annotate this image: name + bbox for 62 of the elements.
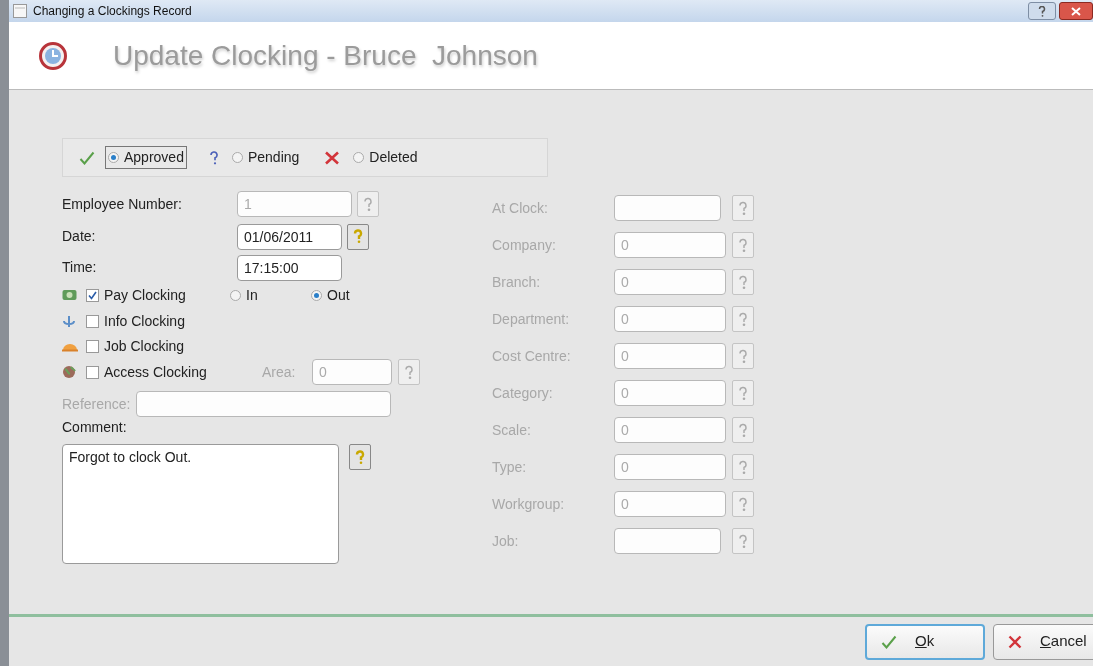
field-label: Employee Number: xyxy=(62,194,183,214)
field-label: At Clock: xyxy=(492,198,549,218)
ok-button[interactable]: Ok xyxy=(865,623,985,660)
status-radio[interactable]: Deleted xyxy=(350,146,421,169)
help-button[interactable] xyxy=(347,223,369,250)
question-icon xyxy=(738,237,748,253)
status-radio[interactable]: Pending xyxy=(228,146,303,169)
question-icon xyxy=(738,200,748,216)
question-icon xyxy=(355,449,365,465)
input-field[interactable]: 17:15:00 xyxy=(237,254,342,281)
comment-field[interactable]: Forgot to clock Out. xyxy=(62,444,339,564)
close-button[interactable] xyxy=(1059,2,1093,20)
check-icon xyxy=(881,634,897,649)
question-icon xyxy=(353,229,363,244)
field-label: Time: xyxy=(62,258,98,277)
question-icon xyxy=(738,311,748,327)
question-icon xyxy=(738,459,748,475)
field-label: Department: xyxy=(492,309,571,329)
question-icon xyxy=(738,422,748,438)
help-button[interactable] xyxy=(349,444,371,470)
close-icon xyxy=(1071,6,1081,16)
question-icon xyxy=(738,496,748,512)
input-field[interactable]: 01/06/2011 xyxy=(237,223,342,250)
checkbox[interactable]: Job Clocking xyxy=(86,336,221,358)
question-icon xyxy=(363,196,373,212)
question-icon xyxy=(208,150,219,165)
field-label: Comment: xyxy=(62,418,128,437)
field-label: Area: xyxy=(262,362,297,382)
window-icon xyxy=(13,4,27,18)
cross-icon xyxy=(1008,634,1022,649)
check-icon xyxy=(79,150,95,165)
field-label: Date: xyxy=(62,227,97,246)
field-label: Category: xyxy=(492,383,554,403)
field-label: Scale: xyxy=(492,420,532,440)
field-label: Branch: xyxy=(492,272,542,292)
money-icon xyxy=(62,289,80,303)
checkbox[interactable]: Pay Clocking xyxy=(86,285,221,307)
question-icon xyxy=(404,364,414,380)
question-icon xyxy=(1037,5,1046,17)
cancel-button[interactable]: Cancel xyxy=(993,623,1093,660)
window-title: Changing a Clockings Record xyxy=(33,3,192,20)
question-icon xyxy=(738,385,748,401)
field-label: Company: xyxy=(492,235,557,255)
direction-radio[interactable]: In xyxy=(227,284,302,308)
dialog-heading: Update Clocking - Bruce Johnson xyxy=(113,38,538,73)
field-label: Type: xyxy=(492,457,528,477)
direction-radio[interactable]: Out xyxy=(308,284,378,308)
question-icon xyxy=(738,274,748,290)
clock-icon xyxy=(39,41,67,70)
help-button[interactable] xyxy=(1027,2,1056,20)
question-icon xyxy=(738,533,748,549)
field-label: Job: xyxy=(492,531,520,551)
checkmark-icon xyxy=(88,291,97,301)
checkbox[interactable]: Info Clocking xyxy=(86,310,221,332)
checkbox[interactable]: Access Clocking xyxy=(86,361,256,383)
question-icon xyxy=(738,348,748,364)
field-label: Reference: xyxy=(62,394,131,414)
field-label: Workgroup: xyxy=(492,494,566,514)
field-label: Cost Centre: xyxy=(492,346,572,366)
hard-hat-icon xyxy=(62,341,80,353)
cross-icon xyxy=(324,150,341,165)
status-radio[interactable]: Approved xyxy=(105,146,187,169)
